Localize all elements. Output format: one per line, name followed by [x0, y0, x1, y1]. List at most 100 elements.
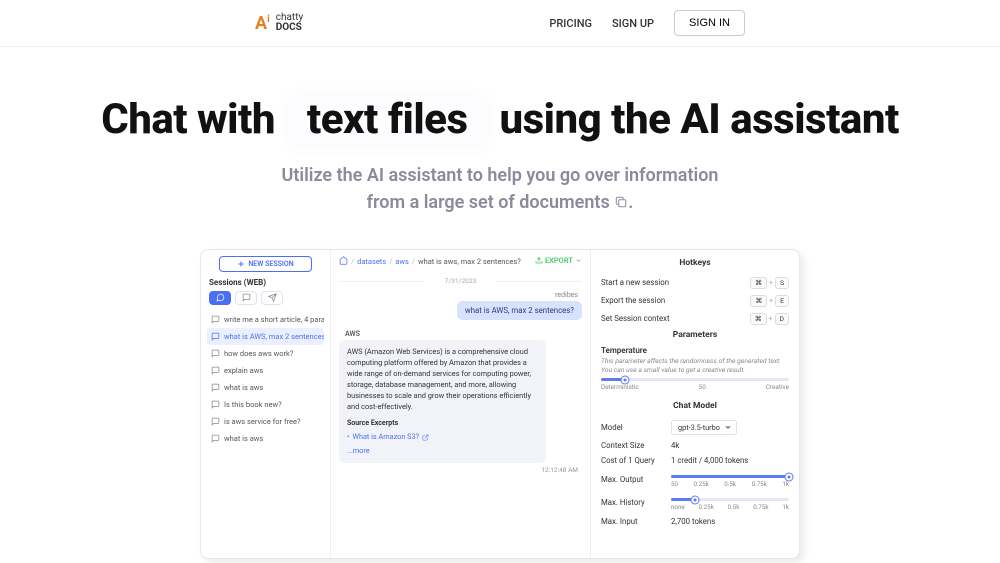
external-link-icon — [422, 434, 429, 441]
maxhist-label: Max. History — [601, 498, 671, 507]
user-message: what is AWS, max 2 sentences? — [457, 301, 582, 320]
model-select[interactable]: gpt-3.5-turbo — [671, 420, 737, 435]
hotkey-label: Export the session — [601, 296, 665, 305]
hotkeys-title: Hotkeys — [601, 258, 789, 268]
key: E — [775, 295, 789, 307]
plus-icon — [237, 260, 245, 268]
hotkey-keys: ⌘+D — [750, 313, 789, 325]
sidebar: NEW SESSION Sessions (WEB) write me a sh… — [201, 250, 331, 558]
tab-send[interactable] — [261, 291, 283, 305]
maxout-slider[interactable] — [671, 475, 789, 478]
chat-icon — [211, 366, 220, 375]
source-link-text: What is Amazon S3? — [352, 432, 419, 443]
signin-button[interactable]: SIGN IN — [674, 10, 745, 36]
session-item-active[interactable]: what is AWS, max 2 sentences? — [207, 328, 324, 345]
hero-title-highlight: text files — [289, 95, 486, 144]
user-name: redibes — [339, 291, 582, 299]
logo[interactable]: Ai chatty DOCS — [255, 13, 303, 34]
session-item[interactable]: is aws service for free? — [207, 413, 324, 430]
nav-signup[interactable]: SIGN UP — [612, 17, 654, 30]
session-item[interactable]: how does aws work? — [207, 345, 324, 362]
temp-slider-labels: Deterministic50Creative — [601, 383, 789, 391]
chat-icon — [211, 315, 220, 324]
maxin-value: 2,700 tokens — [671, 517, 789, 526]
chat-icon — [211, 332, 220, 341]
session-item[interactable]: Is this book new? — [207, 396, 324, 413]
chat-panel: / datasets / aws / what is aws, max 2 se… — [331, 250, 591, 558]
crumb-current: what is aws, max 2 sentences? — [418, 257, 521, 266]
slider-thumb[interactable] — [691, 496, 698, 503]
session-item[interactable]: what is aws — [207, 430, 324, 447]
session-item-label: how does aws work? — [224, 349, 293, 358]
app-screenshot: NEW SESSION Sessions (WEB) write me a sh… — [200, 249, 800, 559]
home-icon[interactable] — [339, 256, 348, 267]
parameters-title: Parameters — [601, 330, 789, 340]
chat-icon — [211, 417, 220, 426]
doc-icon — [242, 293, 251, 302]
session-filter-tabs — [209, 291, 322, 305]
ai-message: AWS (Amazon Web Services) is a comprehen… — [339, 340, 546, 463]
timestamp: 12:12:48 AM — [339, 466, 582, 474]
sessions-heading: Sessions (WEB) — [209, 278, 322, 287]
session-item-label: explain aws — [224, 366, 263, 375]
more-link[interactable]: ...more — [347, 446, 538, 457]
ai-label: AWS — [345, 330, 582, 338]
session-item[interactable]: write me a short article, 4 para... — [207, 311, 324, 328]
tab-doc[interactable] — [235, 291, 257, 305]
export-button[interactable]: EXPORT — [535, 256, 582, 265]
key: ⌘ — [750, 277, 767, 289]
crumb-datasets[interactable]: datasets — [357, 257, 386, 266]
hotkey-label: Set Session context — [601, 314, 670, 323]
new-session-label: NEW SESSION — [248, 260, 293, 268]
logo-mark-icon: Ai — [255, 13, 270, 34]
send-icon — [268, 293, 277, 302]
hotkey-keys: ⌘+E — [750, 295, 789, 307]
hero-sub-line1: Utilize the AI assistant to help you go … — [282, 165, 719, 186]
key: ⌘ — [750, 313, 767, 325]
tab-chat[interactable] — [209, 291, 231, 305]
session-item-label: what is aws — [224, 383, 263, 392]
source-excerpts-title: Source Excerpts — [347, 418, 538, 429]
temp-slider[interactable] — [601, 378, 789, 381]
hero-subtitle: Utilize the AI assistant to help you go … — [30, 162, 970, 217]
temp-label: Temperature — [601, 346, 789, 355]
chat-icon — [211, 400, 220, 409]
date-divider: 7/31/2023 — [339, 277, 582, 285]
copy-icon — [614, 190, 628, 217]
cost-value: 1 credit / 4,000 tokens — [671, 456, 789, 465]
slider-thumb[interactable] — [622, 376, 629, 383]
temp-desc: This parameter affects the randomness of… — [601, 357, 789, 375]
hero-title-a: Chat with — [101, 95, 275, 144]
nav-links: PRICING SIGN UP SIGN IN — [549, 10, 745, 36]
export-icon — [535, 256, 543, 264]
nav-pricing[interactable]: PRICING — [549, 17, 592, 30]
session-item[interactable]: explain aws — [207, 362, 324, 379]
maxhist-slider[interactable] — [671, 498, 789, 501]
slider-thumb[interactable] — [786, 473, 793, 480]
hero: Chat with text files using the AI assist… — [0, 47, 1000, 235]
maxhist-row: Max. History none0.25k0.5k0.75k1k — [601, 491, 789, 514]
model-label: Model — [601, 423, 671, 432]
ctx-value: 4k — [671, 441, 789, 450]
new-session-button[interactable]: NEW SESSION — [219, 256, 313, 272]
session-item-label: is aws service for free? — [224, 417, 301, 426]
cost-label: Cost of 1 Query — [601, 456, 671, 465]
source-link[interactable]: • What is Amazon S3? — [347, 432, 538, 443]
logo-line2: DOCS — [276, 23, 303, 33]
chat-icon — [216, 293, 225, 302]
top-nav: Ai chatty DOCS PRICING SIGN UP SIGN IN — [0, 0, 1000, 47]
maxin-row: Max. Input 2,700 tokens — [601, 514, 789, 529]
crumb-aws[interactable]: aws — [395, 257, 409, 266]
hotkey-row: Set Session context ⌘+D — [601, 310, 789, 328]
maxin-label: Max. Input — [601, 517, 671, 526]
maxout-label: Max. Output — [601, 475, 671, 484]
session-item-label: Is this book new? — [224, 400, 282, 409]
maxout-row: Max. Output 500.25k0.5k0.75k1k — [601, 468, 789, 491]
session-item-label: what is AWS, max 2 sentences? — [224, 332, 324, 341]
key: S — [775, 277, 789, 289]
session-item[interactable]: what is aws — [207, 379, 324, 396]
chevron-down-icon — [575, 257, 582, 264]
hotkey-row: Start a new session ⌘+S — [601, 274, 789, 292]
session-item-label: what is aws — [224, 434, 263, 443]
cost-row: Cost of 1 Query 1 credit / 4,000 tokens — [601, 453, 789, 468]
